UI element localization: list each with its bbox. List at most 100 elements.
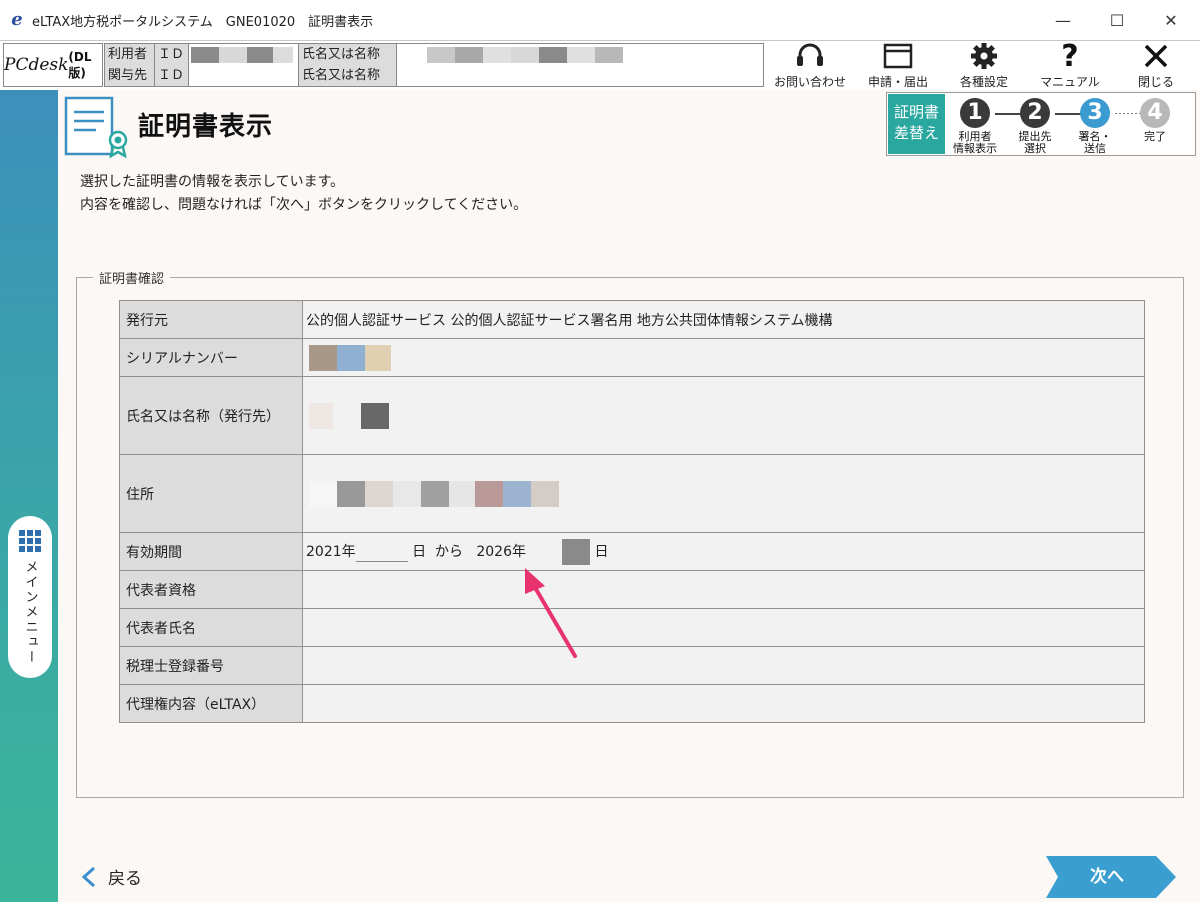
step-4-line1: 完了 [1144, 130, 1166, 143]
validity-label: 有効期間 [119, 532, 303, 571]
main-menu-label: メインメニュー [22, 560, 38, 665]
issuer-value: 公的個人認証サービス 公的個人認証サービス署名用 地方公共団体情報システム機構 [302, 300, 1145, 339]
replace-certificate-button[interactable]: 証明書 差替え [888, 94, 945, 154]
application-button[interactable]: 申請・届出 [854, 41, 942, 91]
close-app-button[interactable]: 閉じる [1112, 41, 1200, 91]
window-title: eLTAX地方税ポータルシステム GNE01020 証明書表示 [32, 14, 374, 30]
user-id-value [189, 44, 299, 65]
certificate-table: 発行元 公的個人認証サービス 公的個人認証サービス署名用 地方公共団体情報システ… [119, 300, 1145, 723]
tax-accountant-no-label: 税理士登録番号 [119, 646, 303, 685]
tax-accountant-no-value [302, 646, 1145, 685]
related-id-label: ＩＤ [155, 65, 189, 86]
replace-line1: 証明書 [893, 103, 939, 121]
certificate-confirm-legend: 証明書確認 [99, 272, 165, 287]
eltax-logo-icon: e [11, 9, 23, 30]
certificate-icon [64, 96, 128, 158]
rep-title-value [302, 570, 1145, 609]
window-titlebar: e eLTAX地方税ポータルシステム GNE01020 証明書表示 — ☐ ✕ [0, 0, 1200, 40]
progress-steps: 証明書 差替え 1 利用者 情報表示 2 提出先 選択 3 署名・ 送信 4 完… [886, 92, 1196, 156]
pcdesk-logo: PCdesk (DL版) [3, 43, 103, 87]
annotation-arrow-icon [525, 568, 577, 658]
next-button[interactable]: 次へ [1046, 856, 1178, 898]
related-id-value [189, 65, 299, 86]
validity-day2: 日 [594, 543, 609, 560]
holder-name-value [302, 376, 1145, 455]
close-icon [1139, 41, 1173, 71]
address-value [302, 454, 1145, 533]
table-row: 氏名又は名称（発行先） [119, 376, 1145, 455]
related-label: 関与先 [105, 65, 155, 86]
side-menu-bar: メインメニュー [0, 90, 58, 902]
user-name-label: 氏名又は名称 [299, 44, 397, 65]
user-info-row: 利用者 ＩＤ 氏名又は名称 [105, 44, 763, 65]
proxy-authority-label: 代理権内容（eLTAX） [119, 684, 303, 723]
user-name-value [397, 44, 763, 65]
back-button[interactable]: 戻る [80, 864, 142, 889]
chevron-left-icon [81, 866, 96, 887]
main-menu-button[interactable]: メインメニュー [8, 516, 52, 678]
replace-line2: 差替え [893, 124, 939, 142]
issuer-label: 発行元 [119, 300, 303, 339]
manual-button[interactable]: ? マニュアル [1026, 38, 1114, 91]
rep-name-label: 代表者氏名 [119, 608, 303, 647]
step-1-line2: 情報表示 [953, 142, 997, 155]
table-row: 代表者資格 [119, 570, 1145, 609]
table-row: 有効期間 2021年 日 から 2026年 日 [119, 532, 1145, 571]
table-row: シリアルナンバー [119, 338, 1145, 377]
user-label: 利用者 [105, 44, 155, 65]
app-header: PCdesk (DL版) 利用者 ＩＤ 氏名又は名称 関与先 ＩＤ 氏名又は名称… [0, 38, 1200, 91]
validity-kara: から [435, 543, 463, 560]
headset-icon [793, 41, 827, 71]
related-info-row: 関与先 ＩＤ 氏名又は名称 [105, 65, 763, 87]
rep-name-value [302, 608, 1145, 647]
step-4: 4 完了 [1125, 94, 1185, 154]
table-row: 発行元 公的個人認証サービス 公的個人認証サービス署名用 地方公共団体情報システ… [119, 300, 1145, 339]
step-3-line2: 送信 [1084, 142, 1106, 155]
close-app-label: 閉じる [1137, 75, 1174, 89]
holder-name-label: 氏名又は名称（発行先） [119, 376, 303, 455]
step-1: 1 利用者 情報表示 [945, 94, 1005, 155]
step-1-number: 1 [960, 98, 990, 128]
user-info-grid: 利用者 ＩＤ 氏名又は名称 関与先 ＩＤ 氏名又は名称 [104, 43, 764, 87]
step-2: 2 提出先 選択 [1005, 94, 1065, 155]
page-title: 証明書表示 [138, 112, 274, 142]
user-id-label: ＩＤ [155, 44, 189, 65]
contact-button[interactable]: お問い合わせ [766, 41, 854, 91]
rep-title-label: 代表者資格 [119, 570, 303, 609]
validity-to-year: 2026年 [476, 543, 526, 560]
serial-label: シリアルナンバー [119, 338, 303, 377]
validity-value: 2021年 日 から 2026年 日 [302, 532, 1145, 571]
back-label: 戻る [108, 869, 142, 889]
validity-from-year: 2021年 [306, 543, 356, 560]
step-3: 3 署名・ 送信 [1065, 94, 1125, 155]
table-row: 代表者氏名 [119, 608, 1145, 647]
validity-day1: 日 [412, 543, 427, 560]
step-3-number: 3 [1080, 98, 1110, 128]
related-name-value [397, 65, 763, 86]
settings-button[interactable]: 各種設定 [940, 41, 1028, 91]
application-label: 申請・届出 [867, 75, 928, 89]
step-2-line2: 選択 [1024, 142, 1046, 155]
contact-label: お問い合わせ [773, 75, 846, 89]
manual-label: マニュアル [1040, 75, 1100, 89]
related-name-label: 氏名又は名称 [299, 65, 397, 86]
description-line-1: 選択した証明書の情報を表示しています。 [80, 174, 345, 190]
table-row: 住所 [119, 454, 1145, 533]
grid-icon [19, 530, 41, 552]
step-2-number: 2 [1020, 98, 1050, 128]
table-row: 税理士登録番号 [119, 646, 1145, 685]
next-label: 次へ [1090, 867, 1124, 887]
serial-value [302, 338, 1145, 377]
settings-label: 各種設定 [959, 75, 1008, 89]
description-line-2: 内容を確認し、問題なければ「次へ」ボタンをクリックしてください。 [80, 197, 528, 213]
window-close-button[interactable]: ✕ [1144, 0, 1198, 40]
logo-sub: (DL版) [68, 49, 92, 80]
logo-main: PCdesk [4, 55, 69, 75]
table-row: 代理権内容（eLTAX） [119, 684, 1145, 723]
minimize-button[interactable]: — [1036, 0, 1090, 40]
gear-icon [967, 41, 1001, 71]
window-icon [881, 41, 915, 71]
question-icon: ? [1061, 38, 1079, 74]
step-4-number: 4 [1140, 98, 1170, 128]
maximize-button[interactable]: ☐ [1090, 0, 1144, 40]
